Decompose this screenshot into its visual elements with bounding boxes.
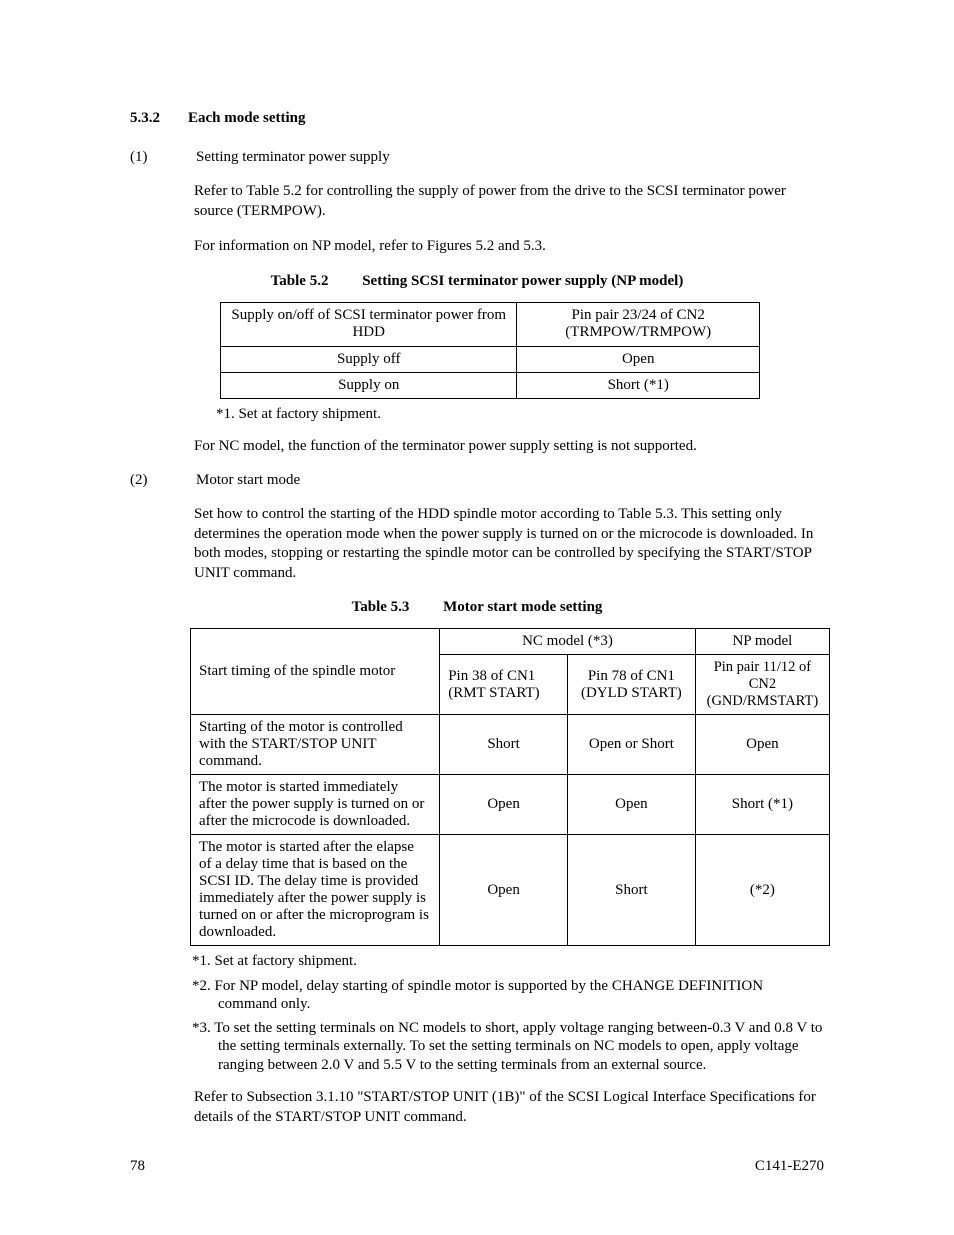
subsection-1-para-2: For information on NP model, refer to Fi… xyxy=(194,237,824,257)
table-5-3-caption-number: Table 5.3 xyxy=(352,599,410,615)
table-5-3-footnote-2: *2. For NP model, delay starting of spin… xyxy=(192,977,824,1014)
table-5-3-r2c4: Short (*1) xyxy=(695,775,829,835)
table-5-2-header-left: Supply on/off of SCSI terminator power f… xyxy=(221,302,517,346)
table-5-3-r1c3: Open or Short xyxy=(568,715,696,775)
table-5-2-post-note: For NC model, the function of the termin… xyxy=(194,437,824,457)
table-5-2: Supply on/off of SCSI terminator power f… xyxy=(220,302,760,399)
section-number: 5.3.2 xyxy=(130,110,160,127)
subsection-2-title: Motor start mode xyxy=(196,472,300,489)
subsection-2-number: (2) xyxy=(130,472,154,489)
table-5-2-caption-title: Setting SCSI terminator power supply (NP… xyxy=(362,273,683,289)
section-header: 5.3.2 Each mode setting xyxy=(130,110,824,127)
table-5-3-header-c2: Pin 38 of CN1 (RMT START) xyxy=(440,655,568,715)
table-5-2-r2c2: Short (*1) xyxy=(517,372,760,398)
table-5-3-caption-title: Motor start mode setting xyxy=(443,599,602,615)
table-5-3-header-nc: NC model (*3) xyxy=(440,629,696,655)
table-5-3-r3c4: (*2) xyxy=(695,835,829,946)
table-5-3-post-note: Refer to Subsection 3.1.10 "START/STOP U… xyxy=(194,1088,824,1127)
page-footer: 78 C141-E270 xyxy=(130,1158,824,1175)
table-5-2-r2c1: Supply on xyxy=(221,372,517,398)
table-5-3-r2c2: Open xyxy=(440,775,568,835)
table-5-2-caption-number: Table 5.2 xyxy=(271,273,329,289)
table-5-3-r2c3: Open xyxy=(568,775,696,835)
table-5-2-r1c2: Open xyxy=(517,346,760,372)
table-5-3-r2c1: The motor is started immediately after t… xyxy=(191,775,440,835)
table-5-3-r3c3: Short xyxy=(568,835,696,946)
table-5-3-footnote-1: *1. Set at factory shipment. xyxy=(192,952,824,970)
table-5-3-r3c1: The motor is started after the elapse of… xyxy=(191,835,440,946)
table-5-3-header-c3: Pin 78 of CN1 (DYLD START) xyxy=(568,655,696,715)
subsection-1-para-1: Refer to Table 5.2 for controlling the s… xyxy=(194,182,824,221)
section-title: Each mode setting xyxy=(188,110,306,127)
table-5-3-caption: Table 5.3 Motor start mode setting xyxy=(130,599,824,616)
table-5-3-r3c2: Open xyxy=(440,835,568,946)
table-5-3-footnote-3: *3. To set the setting terminals on NC m… xyxy=(192,1019,824,1074)
page-number: 78 xyxy=(130,1158,145,1175)
table-5-3-header-np: NP model xyxy=(695,629,829,655)
document-id: C141-E270 xyxy=(755,1158,824,1175)
table-5-2-footnote-1: *1. Set at factory shipment. xyxy=(216,405,824,423)
subsection-2-para-1: Set how to control the starting of the H… xyxy=(194,505,824,583)
subsection-1-number: (1) xyxy=(130,149,154,166)
table-5-3-header-c4: Pin pair 11/12 of CN2 (GND/RMSTART) xyxy=(695,655,829,715)
table-5-2-r1c1: Supply off xyxy=(221,346,517,372)
table-5-3-r1c1: Starting of the motor is controlled with… xyxy=(191,715,440,775)
table-5-3-r1c4: Open xyxy=(695,715,829,775)
table-5-3-header-left: Start timing of the spindle motor xyxy=(191,629,440,715)
table-5-2-caption: Table 5.2 Setting SCSI terminator power … xyxy=(130,273,824,290)
subsection-2-header: (2) Motor start mode xyxy=(130,472,824,489)
subsection-1-header: (1) Setting terminator power supply xyxy=(130,149,824,166)
table-5-2-header-right: Pin pair 23/24 of CN2 (TRMPOW/TRMPOW) xyxy=(517,302,760,346)
subsection-1-title: Setting terminator power supply xyxy=(196,149,390,166)
table-5-3-r1c2: Short xyxy=(440,715,568,775)
table-5-3: Start timing of the spindle motor NC mod… xyxy=(190,628,830,946)
